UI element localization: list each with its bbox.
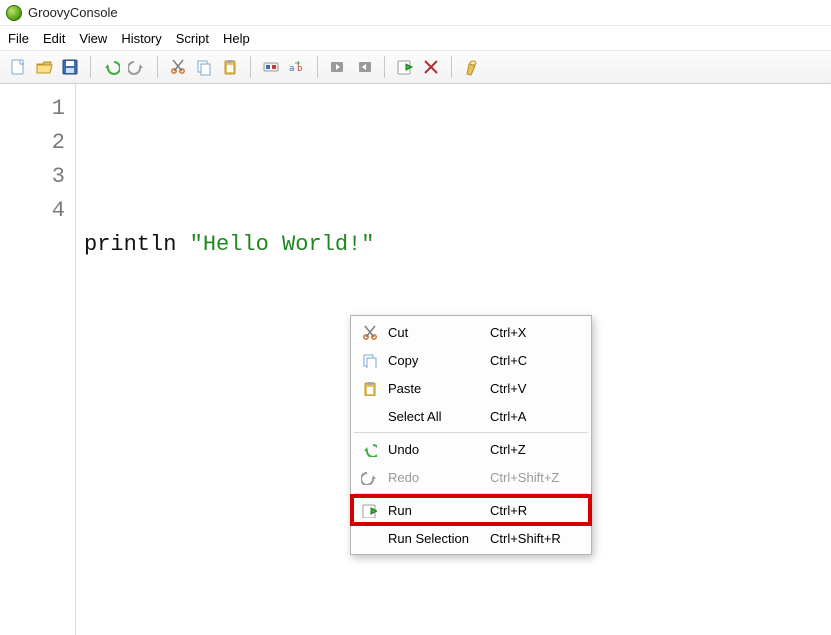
toolbar-separator xyxy=(384,56,385,78)
paste-icon xyxy=(221,58,239,76)
toolbar-separator xyxy=(317,56,318,78)
line-number: 4 xyxy=(0,194,65,228)
redo-button[interactable] xyxy=(125,55,149,79)
context-menu-label: Cut xyxy=(380,325,490,340)
history-next-button[interactable] xyxy=(352,55,376,79)
open-file-icon xyxy=(35,58,53,76)
context-menu-shortcut: Ctrl+V xyxy=(490,381,582,396)
toolbar xyxy=(0,50,831,84)
line-number-gutter: 1 2 3 4 xyxy=(0,84,76,635)
clear-output-icon xyxy=(463,58,481,76)
save-file-icon xyxy=(61,58,79,76)
toolbar-separator xyxy=(157,56,158,78)
find-icon xyxy=(262,58,280,76)
save-file-button[interactable] xyxy=(58,55,82,79)
find-button[interactable] xyxy=(259,55,283,79)
stop-button[interactable] xyxy=(419,55,443,79)
menu-history[interactable]: History xyxy=(121,31,161,46)
copy-icon xyxy=(358,352,380,368)
history-prev-button[interactable] xyxy=(326,55,350,79)
code-line: println "Hello World!" xyxy=(84,228,374,262)
redo-icon xyxy=(128,58,146,76)
toolbar-separator xyxy=(90,56,91,78)
context-menu-separator xyxy=(354,432,588,433)
line-number: 2 xyxy=(0,126,65,160)
menu-edit[interactable]: Edit xyxy=(43,31,65,46)
title-bar: GroovyConsole xyxy=(0,0,831,26)
context-menu-shortcut: Ctrl+A xyxy=(490,409,582,424)
toolbar-separator xyxy=(451,56,452,78)
context-menu-paste[interactable]: Paste Ctrl+V xyxy=(352,374,590,402)
cut-icon xyxy=(358,324,380,340)
menu-bar: File Edit View History Script Help xyxy=(0,26,831,50)
context-menu-label: Undo xyxy=(380,442,490,457)
context-menu-shortcut: Ctrl+X xyxy=(490,325,582,340)
context-menu-label: Redo xyxy=(380,470,490,485)
menu-script[interactable]: Script xyxy=(176,31,209,46)
context-menu-shortcut: Ctrl+Shift+Z xyxy=(490,470,582,485)
window-title: GroovyConsole xyxy=(28,5,118,20)
context-menu-label: Select All xyxy=(380,409,490,424)
run-icon xyxy=(396,58,414,76)
new-file-button[interactable] xyxy=(6,55,30,79)
redo-icon xyxy=(358,469,380,485)
open-file-button[interactable] xyxy=(32,55,56,79)
run-icon xyxy=(358,502,380,518)
replace-icon xyxy=(288,58,306,76)
undo-icon xyxy=(358,441,380,457)
paste-icon xyxy=(358,380,380,396)
clear-output-button[interactable] xyxy=(460,55,484,79)
context-menu-copy[interactable]: Copy Ctrl+C xyxy=(352,346,590,374)
menu-help[interactable]: Help xyxy=(223,31,250,46)
context-menu-shortcut: Ctrl+R xyxy=(490,503,582,518)
new-file-icon xyxy=(9,58,27,76)
toolbar-separator xyxy=(250,56,251,78)
replace-button[interactable] xyxy=(285,55,309,79)
prev-icon xyxy=(329,58,347,76)
context-menu-run-selection[interactable]: Run Selection Ctrl+Shift+R xyxy=(352,524,590,552)
context-menu-label: Run Selection xyxy=(380,531,490,546)
menu-view[interactable]: View xyxy=(79,31,107,46)
context-menu-shortcut: Ctrl+Z xyxy=(490,442,582,457)
context-menu-undo[interactable]: Undo Ctrl+Z xyxy=(352,435,590,463)
paste-button[interactable] xyxy=(218,55,242,79)
stop-icon xyxy=(422,58,440,76)
app-icon xyxy=(6,5,22,21)
run-button[interactable] xyxy=(393,55,417,79)
copy-icon xyxy=(195,58,213,76)
context-menu-separator xyxy=(354,493,588,494)
cut-icon xyxy=(169,58,187,76)
context-menu-select-all[interactable]: Select All Ctrl+A xyxy=(352,402,590,430)
editor-context-menu: Cut Ctrl+X Copy Ctrl+C Paste Ctrl+V Sele… xyxy=(350,315,592,555)
context-menu-label: Paste xyxy=(380,381,490,396)
menu-file[interactable]: File xyxy=(8,31,29,46)
undo-button[interactable] xyxy=(99,55,123,79)
copy-button[interactable] xyxy=(192,55,216,79)
line-number: 3 xyxy=(0,160,65,194)
context-menu-redo[interactable]: Redo Ctrl+Shift+Z xyxy=(352,463,590,491)
undo-icon xyxy=(102,58,120,76)
context-menu-shortcut: Ctrl+C xyxy=(490,353,582,368)
cut-button[interactable] xyxy=(166,55,190,79)
context-menu-label: Run xyxy=(380,503,490,518)
context-menu-label: Copy xyxy=(380,353,490,368)
context-menu-cut[interactable]: Cut Ctrl+X xyxy=(352,318,590,346)
context-menu-shortcut: Ctrl+Shift+R xyxy=(490,531,582,546)
code-editor[interactable]: println "Hello World!" xyxy=(76,84,382,635)
line-number: 1 xyxy=(0,92,65,126)
context-menu-run[interactable]: Run Ctrl+R xyxy=(352,496,590,524)
next-icon xyxy=(355,58,373,76)
